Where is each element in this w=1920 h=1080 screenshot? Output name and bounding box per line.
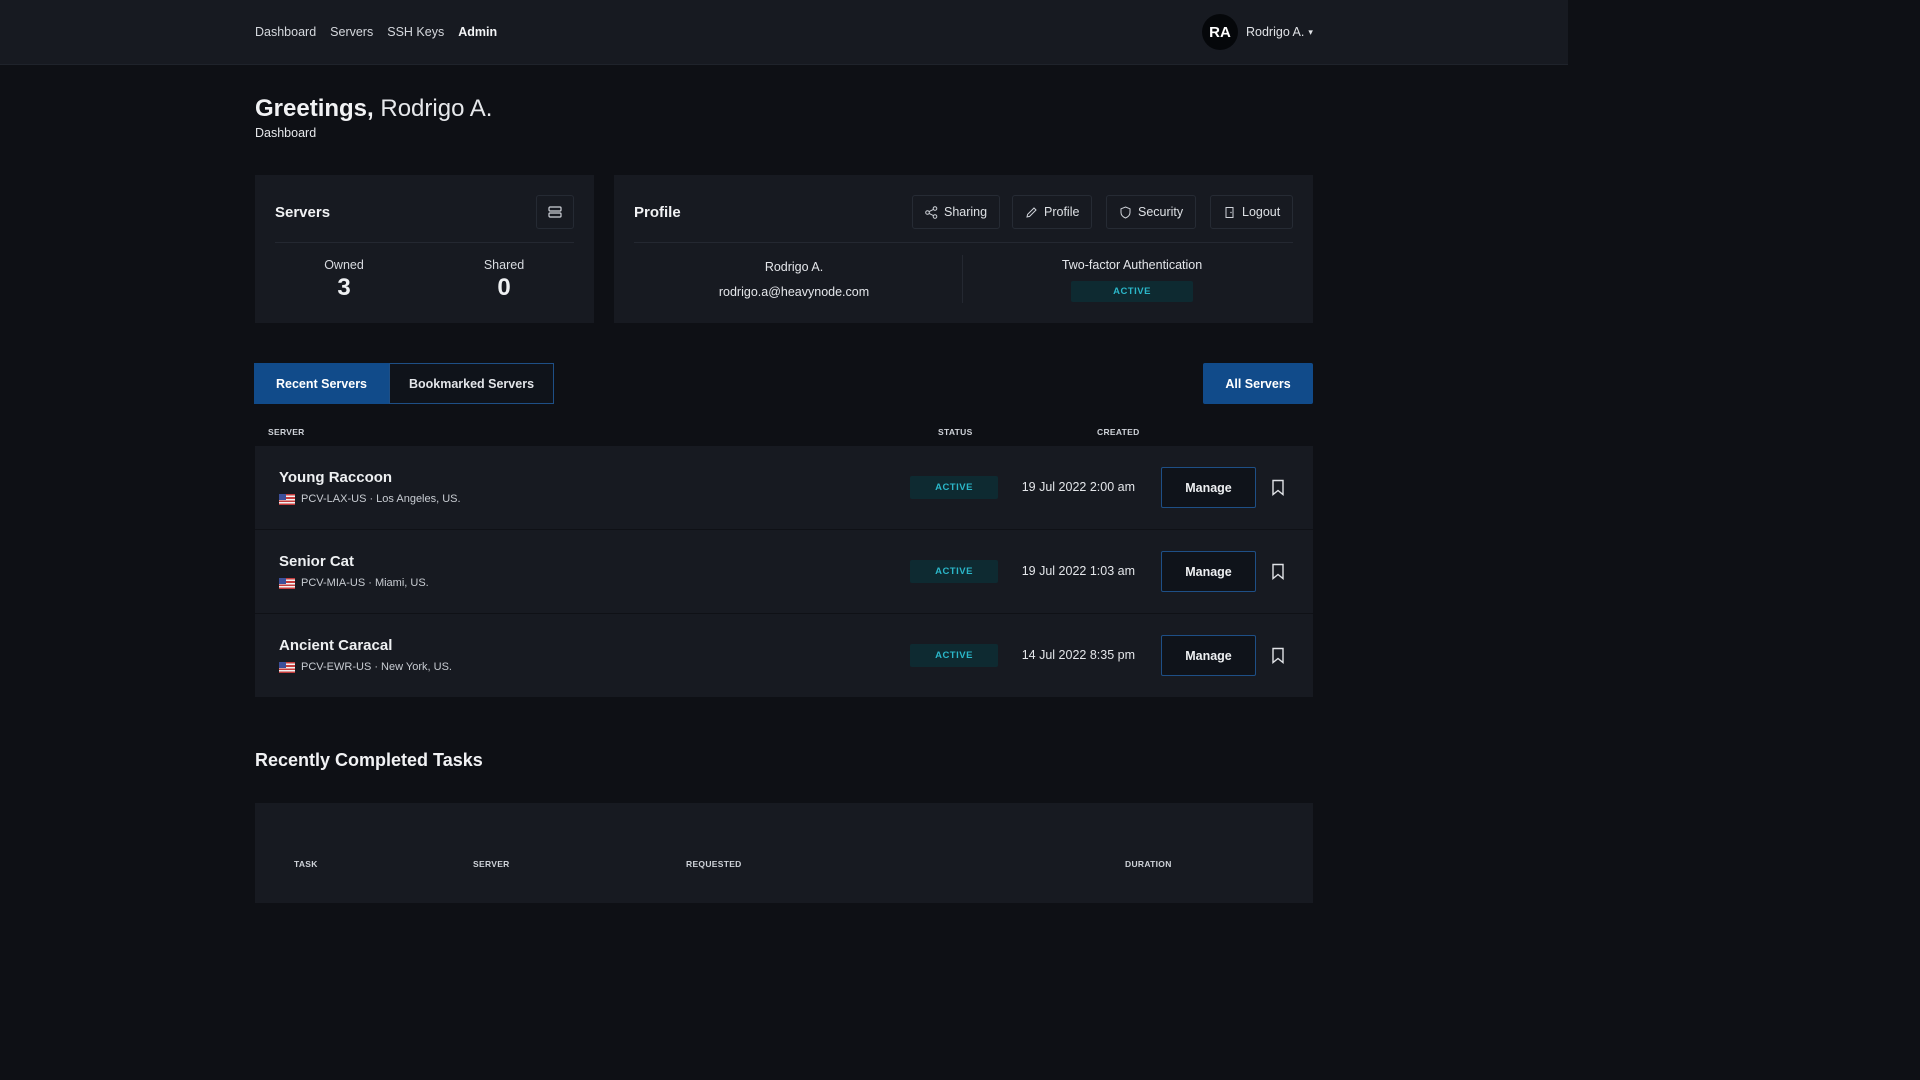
server-location: PCV-EWR-US · New York, US. <box>279 661 452 673</box>
table-row[interactable]: Ancient Caracal PCV-EWR-US · New York, U… <box>255 614 1313 697</box>
security-label: Security <box>1138 205 1184 219</box>
server-sub-text: PCV-EWR-US · New York, US. <box>301 661 452 673</box>
profile-email: rodrigo.a@heavynode.com <box>718 285 870 299</box>
us-flag-icon <box>279 493 295 505</box>
main-nav: Dashboard Servers SSH Keys Admin <box>255 25 497 39</box>
status-badge: ACTIVE <box>910 644 998 667</box>
nav-servers[interactable]: Servers <box>330 25 373 39</box>
nav-ssh-keys[interactable]: SSH Keys <box>387 25 444 39</box>
logout-icon <box>1225 206 1234 218</box>
tab-bookmarked-servers[interactable]: Bookmarked Servers <box>389 363 554 404</box>
user-menu[interactable]: RA Rodrigo A. ▾ <box>1202 14 1313 50</box>
vertical-divider <box>962 255 963 303</box>
sharing-button[interactable]: Sharing <box>912 195 1001 229</box>
page-title: Greetings, Rodrigo A. <box>255 95 492 123</box>
col-header-server: SERVER <box>268 427 305 437</box>
tasks-card: TASK SERVER REQUESTED DURATION <box>255 803 1313 903</box>
security-button[interactable]: Security <box>1106 195 1197 229</box>
created-date: 19 Jul 2022 2:00 am <box>1021 480 1135 494</box>
server-sub-text: PCV-LAX-US · Los Angeles, US. <box>301 493 461 505</box>
divider <box>634 242 1293 243</box>
tab-recent-servers[interactable]: Recent Servers <box>254 363 389 404</box>
bookmark-icon[interactable] <box>1271 647 1285 664</box>
us-flag-icon <box>279 577 295 589</box>
logout-label: Logout <box>1242 205 1281 219</box>
avatar[interactable]: RA <box>1202 14 1238 50</box>
logout-button[interactable]: Logout <box>1210 195 1294 229</box>
owned-label: Owned <box>324 258 364 272</box>
bookmark-icon[interactable] <box>1271 563 1285 580</box>
server-name[interactable]: Senior Cat <box>279 553 354 570</box>
profile-label: Profile <box>1044 205 1080 219</box>
servers-view-button[interactable] <box>536 195 574 229</box>
table-row[interactable]: Young Raccoon PCV-LAX-US · Los Angeles, … <box>255 446 1313 530</box>
server-location: PCV-LAX-US · Los Angeles, US. <box>279 493 461 505</box>
profile-card-title: Profile <box>634 204 681 221</box>
col-header-task-server: SERVER <box>473 859 510 869</box>
col-header-requested: REQUESTED <box>686 859 742 869</box>
us-flag-icon <box>279 661 295 673</box>
profile-card: Profile Sharing Profile Security Logout … <box>614 175 1313 323</box>
col-header-created: CREATED <box>1097 427 1140 437</box>
servers-table: Young Raccoon PCV-LAX-US · Los Angeles, … <box>255 446 1313 697</box>
server-location: PCV-MIA-US · Miami, US. <box>279 577 429 589</box>
nav-admin[interactable]: Admin <box>458 25 497 39</box>
shared-value: 0 <box>497 274 511 301</box>
breadcrumb: Dashboard <box>255 126 317 140</box>
top-navbar: Dashboard Servers SSH Keys Admin RA Rodr… <box>0 0 1568 65</box>
server-name[interactable]: Young Raccoon <box>279 469 392 486</box>
owned-value: 3 <box>337 274 351 301</box>
share-icon <box>925 205 938 219</box>
col-header-status: STATUS <box>938 427 973 437</box>
status-badge: ACTIVE <box>910 560 998 583</box>
created-date: 14 Jul 2022 8:35 pm <box>1021 648 1135 662</box>
server-tabs: Recent Servers Bookmarked Servers <box>254 363 554 404</box>
twofa-status-badge: ACTIVE <box>1071 281 1193 302</box>
owned-stat: Owned 3 <box>284 258 404 302</box>
nav-dashboard[interactable]: Dashboard <box>255 25 316 39</box>
caret-down-icon[interactable]: ▾ <box>1308 27 1313 38</box>
all-servers-button[interactable]: All Servers <box>1203 363 1313 404</box>
bookmark-icon[interactable] <box>1271 479 1285 496</box>
col-header-duration: DURATION <box>1125 859 1172 869</box>
servers-summary-card: Servers Owned 3 Shared 0 <box>255 175 594 323</box>
greeting-name: Rodrigo A. <box>380 95 493 122</box>
created-date: 19 Jul 2022 1:03 am <box>1021 564 1135 578</box>
table-row[interactable]: Senior Cat PCV-MIA-US · Miami, US. ACTIV… <box>255 530 1313 614</box>
status-badge: ACTIVE <box>910 476 998 499</box>
manage-button[interactable]: Manage <box>1161 467 1256 508</box>
profile-button[interactable]: Profile <box>1012 195 1093 229</box>
shield-icon <box>1120 205 1131 219</box>
shared-label: Shared <box>483 258 525 272</box>
twofa-label: Two-factor Authentication <box>1061 258 1203 272</box>
server-name[interactable]: Ancient Caracal <box>279 637 392 654</box>
shared-stat: Shared 0 <box>444 258 564 302</box>
server-sub-text: PCV-MIA-US · Miami, US. <box>301 577 429 589</box>
sharing-label: Sharing <box>944 205 988 219</box>
tasks-section-title: Recently Completed Tasks <box>255 750 483 770</box>
pencil-icon <box>1026 206 1037 218</box>
divider <box>275 242 574 243</box>
user-name[interactable]: Rodrigo A. <box>1246 25 1304 39</box>
col-header-task: TASK <box>294 859 318 869</box>
manage-button[interactable]: Manage <box>1161 635 1256 676</box>
servers-card-title: Servers <box>275 204 331 221</box>
server-icon <box>548 206 562 218</box>
manage-button[interactable]: Manage <box>1161 551 1256 592</box>
profile-name: Rodrigo A. <box>764 260 824 274</box>
greeting-label: Greetings, <box>255 95 374 122</box>
